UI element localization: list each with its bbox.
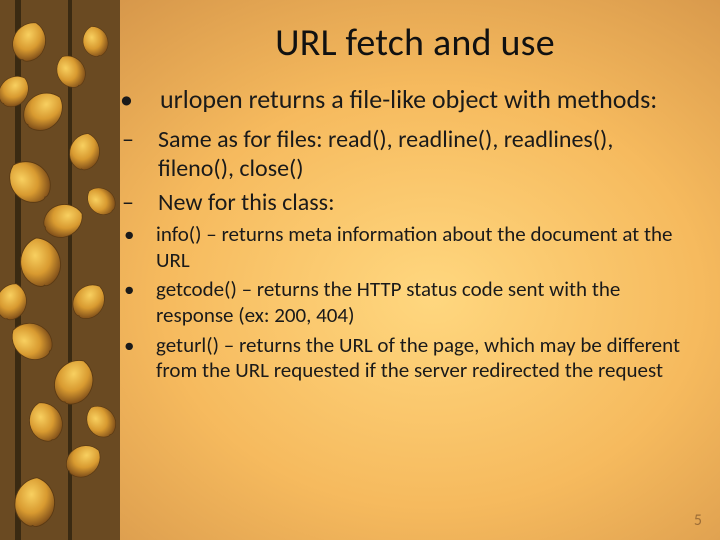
bullet-level3-b-text: getcode() – returns the HTTP status code… [156, 276, 620, 328]
bullet-level1: •urlopen returns a file-like object with… [140, 84, 690, 116]
leaves-decoration [0, 0, 120, 540]
bullet-level2-b: –New for this class: [140, 189, 690, 218]
slide-number: 5 [694, 511, 702, 530]
bullet-level2-a-text: Same as for files: read(), readline(), r… [158, 125, 613, 183]
bullet-dot-icon: • [140, 333, 156, 359]
bullet-level2-a: –Same as for files: read(), readline(), … [140, 126, 690, 184]
bullet-dot-icon: • [140, 222, 156, 248]
bullet-level1-text: urlopen returns a file-like object with … [160, 83, 657, 115]
dash-icon: – [140, 126, 158, 155]
bullet-level2-b-text: New for this class: [158, 188, 334, 217]
bullet-level3-c: •geturl() – returns the URL of the page,… [140, 333, 690, 384]
bullet-level3-c-text: geturl() – returns the URL of the page, … [156, 332, 680, 384]
bullet-level3-a-text: info() – returns meta information about … [156, 221, 672, 273]
bullet-dot-icon: • [140, 84, 160, 116]
dash-icon: – [140, 189, 158, 218]
bullet-dot-icon: • [140, 277, 156, 303]
slide-title: URL fetch and use [140, 20, 690, 66]
bullet-level3-a: •info() – returns meta information about… [140, 222, 690, 273]
bullet-level3-b: •getcode() – returns the HTTP status cod… [140, 277, 690, 328]
slide-content: URL fetch and use •urlopen returns a fil… [120, 0, 720, 540]
